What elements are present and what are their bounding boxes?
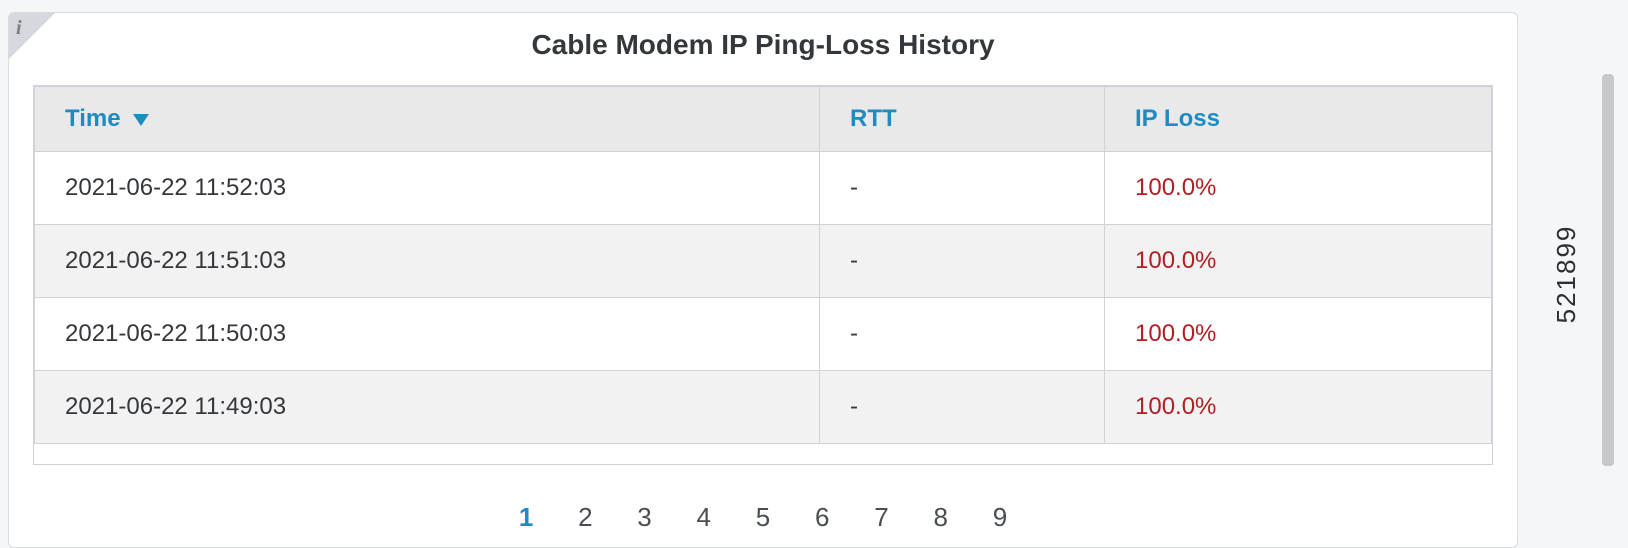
cell-ip-loss: 100.0%	[1105, 225, 1492, 298]
page-number[interactable]: 1	[500, 502, 552, 533]
table-row: 2021-06-22 11:50:03 - 100.0%	[35, 298, 1492, 371]
table-header-row: Time RTT IP Loss	[35, 87, 1492, 152]
page-number[interactable]: 9	[974, 502, 1026, 533]
info-icon[interactable]: i	[16, 17, 22, 40]
page-number[interactable]: 7	[855, 502, 907, 533]
column-header-time[interactable]: Time	[35, 87, 820, 152]
page-number[interactable]: 2	[559, 502, 611, 533]
ping-loss-table: Time RTT IP Loss	[34, 86, 1492, 444]
page-number[interactable]: 3	[619, 502, 671, 533]
panel-title: Cable Modem IP Ping-Loss History	[9, 13, 1517, 79]
cell-time: 2021-06-22 11:50:03	[35, 298, 820, 371]
cell-ip-loss: 100.0%	[1105, 152, 1492, 225]
column-header-rtt[interactable]: RTT	[820, 87, 1105, 152]
pagination: 1 2 3 4 5 6 7 8 9	[9, 502, 1517, 533]
sort-desc-icon	[133, 114, 149, 126]
vertical-scrollbar[interactable]	[1602, 74, 1614, 466]
page-number[interactable]: 8	[915, 502, 967, 533]
cell-time: 2021-06-22 11:52:03	[35, 152, 820, 225]
ping-loss-table-container: Time RTT IP Loss	[33, 85, 1493, 465]
column-header-time-label: Time	[65, 105, 121, 132]
cell-rtt: -	[820, 152, 1105, 225]
page-number[interactable]: 4	[678, 502, 730, 533]
figure-reference-number: 521899	[1551, 225, 1582, 324]
cell-ip-loss: 100.0%	[1105, 298, 1492, 371]
column-header-ip-loss-label: IP Loss	[1135, 105, 1220, 132]
ping-loss-history-panel: i Cable Modem IP Ping-Loss History Time	[8, 12, 1518, 548]
column-header-ip-loss[interactable]: IP Loss	[1105, 87, 1492, 152]
cell-time: 2021-06-22 11:49:03	[35, 371, 820, 444]
cell-ip-loss: 100.0%	[1105, 371, 1492, 444]
column-header-rtt-label: RTT	[850, 105, 897, 132]
cell-rtt: -	[820, 298, 1105, 371]
page-number[interactable]: 5	[737, 502, 789, 533]
page-number[interactable]: 6	[796, 502, 848, 533]
cell-time: 2021-06-22 11:51:03	[35, 225, 820, 298]
table-row: 2021-06-22 11:52:03 - 100.0%	[35, 152, 1492, 225]
cell-rtt: -	[820, 371, 1105, 444]
table-row: 2021-06-22 11:51:03 - 100.0%	[35, 225, 1492, 298]
cell-rtt: -	[820, 225, 1105, 298]
table-row: 2021-06-22 11:49:03 - 100.0%	[35, 371, 1492, 444]
